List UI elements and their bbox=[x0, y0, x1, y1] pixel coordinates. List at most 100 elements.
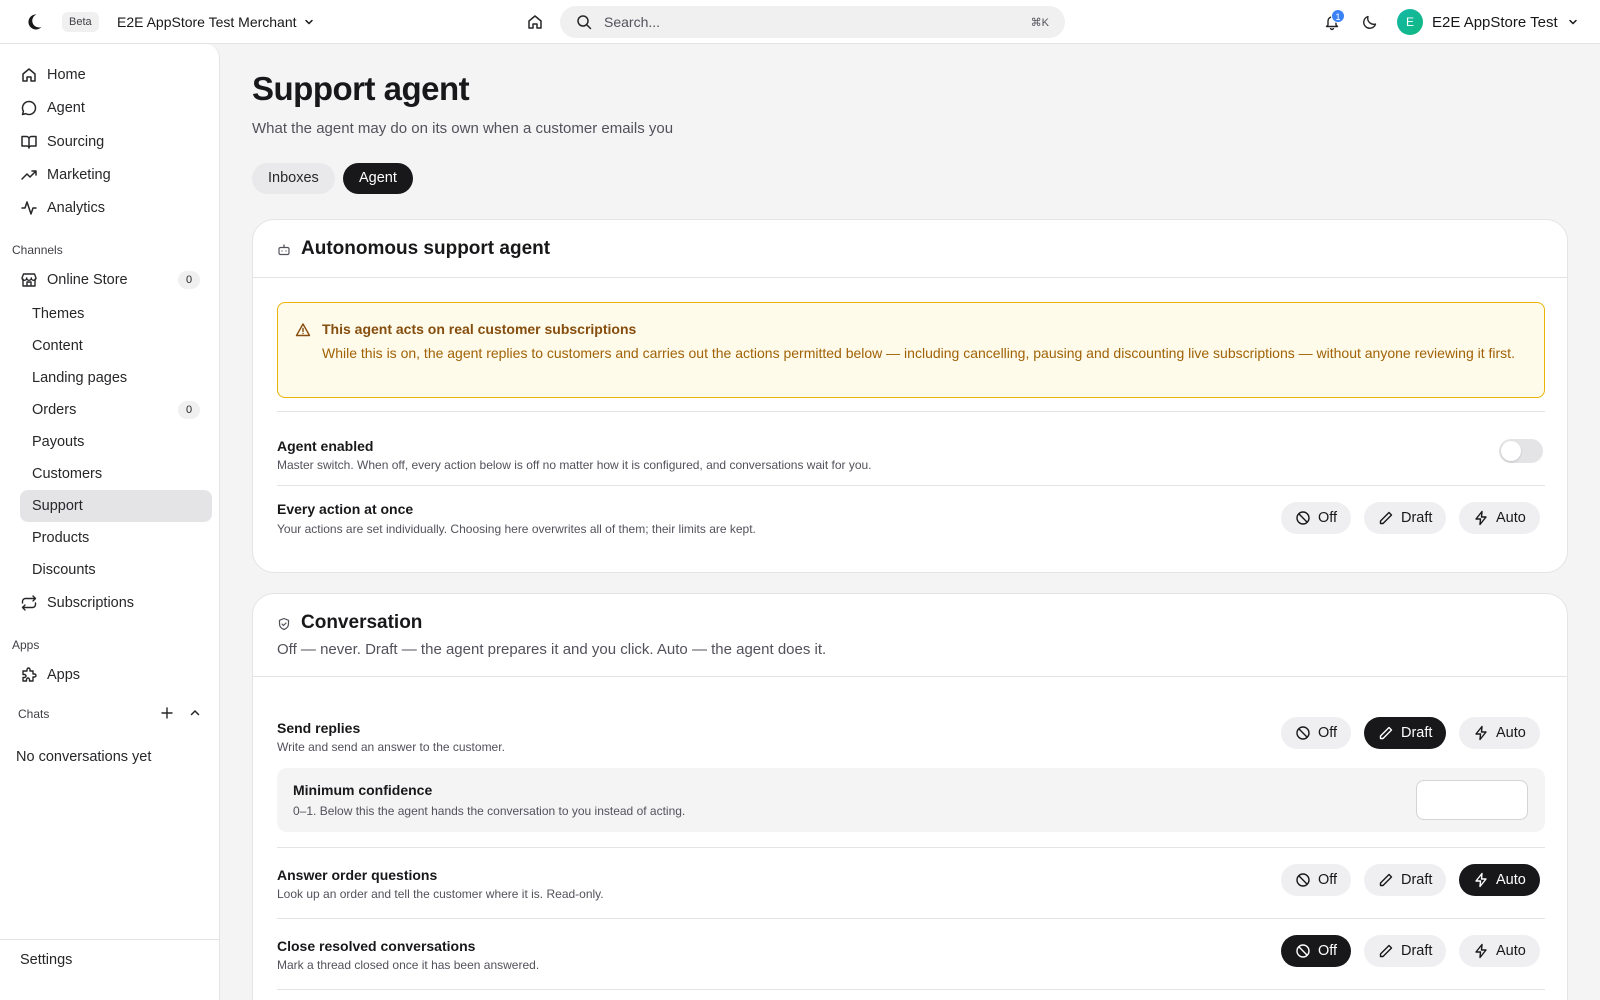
sidebar-item-online-store[interactable]: Online Store 0 bbox=[20, 264, 212, 296]
answer-orders-draft-button[interactable]: Draft bbox=[1364, 864, 1447, 896]
count-badge: 0 bbox=[178, 271, 200, 289]
sidebar-item-products[interactable]: Products bbox=[20, 522, 212, 554]
divider bbox=[277, 411, 1545, 412]
search-input[interactable]: Search... bbox=[604, 14, 1031, 30]
agent-enabled-toggle[interactable] bbox=[1499, 439, 1543, 463]
ban-icon bbox=[1295, 725, 1311, 741]
sidebar-item-payouts[interactable]: Payouts bbox=[20, 426, 212, 458]
sidebar-item-discounts[interactable]: Discounts bbox=[20, 554, 212, 586]
all-off-button[interactable]: Off bbox=[1281, 502, 1352, 534]
all-draft-button[interactable]: Draft bbox=[1364, 502, 1447, 534]
button-label: Auto bbox=[1496, 943, 1526, 959]
sidebar-item-landing-pages[interactable]: Landing pages bbox=[20, 362, 212, 394]
avatar: E bbox=[1397, 9, 1423, 35]
send-replies-auto-button[interactable]: Auto bbox=[1459, 717, 1540, 749]
card-subtitle: Off — never. Draft — the agent prepares … bbox=[277, 641, 827, 658]
sidebar-item-label: Analytics bbox=[47, 200, 106, 216]
sidebar-item-settings[interactable]: Settings bbox=[20, 952, 72, 968]
sidebar-item-label: Agent bbox=[47, 100, 85, 116]
ban-icon bbox=[1295, 872, 1311, 888]
sidebar-item-sourcing[interactable]: Sourcing bbox=[20, 126, 212, 158]
book-icon bbox=[20, 133, 38, 151]
sidebar-item-home[interactable]: Home bbox=[20, 59, 212, 91]
tab-inboxes[interactable]: Inboxes bbox=[252, 163, 335, 194]
send-replies-draft-button[interactable]: Draft bbox=[1364, 717, 1447, 749]
divider bbox=[253, 277, 1567, 278]
sidebar-item-label: Sourcing bbox=[47, 134, 105, 150]
all-auto-button[interactable]: Auto bbox=[1459, 502, 1540, 534]
sidebar-item-label: Online Store bbox=[47, 272, 128, 288]
min-confidence-title: Minimum confidence bbox=[293, 782, 433, 798]
button-label: Off bbox=[1318, 725, 1338, 741]
min-confidence-desc: 0–1. Below this the agent hands the conv… bbox=[293, 804, 686, 818]
section-label-chats: Chats bbox=[18, 707, 50, 721]
pencil-icon bbox=[1378, 872, 1394, 888]
chevron-up-icon[interactable] bbox=[188, 706, 202, 720]
answer-orders-off-button[interactable]: Off bbox=[1281, 864, 1352, 896]
shield-check-icon bbox=[277, 617, 291, 631]
divider bbox=[277, 485, 1545, 486]
sidebar-item-agent[interactable]: Agent bbox=[20, 92, 212, 124]
sidebar-item-themes[interactable]: Themes bbox=[20, 298, 212, 330]
top-bar: Beta E2E AppStore Test Merchant Search..… bbox=[0, 0, 1600, 44]
page-subtitle: What the agent may do on its own when a … bbox=[252, 120, 674, 137]
button-label: Auto bbox=[1496, 725, 1526, 741]
activity-icon bbox=[20, 199, 38, 217]
autonomous-agent-card: Autonomous support agent This agent acts… bbox=[252, 219, 1568, 573]
answer-orders-auto-button[interactable]: Auto bbox=[1459, 864, 1540, 896]
min-confidence-panel: Minimum confidence 0–1. Below this the a… bbox=[277, 768, 1545, 832]
sidebar-item-orders[interactable]: Orders 0 bbox=[20, 394, 212, 426]
trending-up-icon bbox=[20, 166, 38, 184]
sidebar-item-apps[interactable]: Apps bbox=[20, 659, 212, 691]
close-resolved-off-button[interactable]: Off bbox=[1281, 935, 1352, 967]
sidebar-item-customers[interactable]: Customers bbox=[20, 458, 212, 490]
merchant-name: E2E AppStore Test Merchant bbox=[117, 14, 297, 30]
ban-icon bbox=[1295, 510, 1311, 526]
close-resolved-title: Close resolved conversations bbox=[277, 938, 476, 954]
divider bbox=[277, 989, 1545, 990]
agent-enabled-desc: Master switch. When off, every action be… bbox=[277, 458, 872, 472]
search-bar[interactable]: Search... ⌘K bbox=[560, 6, 1065, 38]
chevron-down-icon bbox=[303, 16, 315, 28]
sidebar-item-content[interactable]: Content bbox=[20, 330, 212, 362]
button-label: Draft bbox=[1401, 943, 1433, 959]
repeat-icon bbox=[20, 594, 38, 612]
user-name: E2E AppStore Test bbox=[1432, 13, 1558, 31]
close-resolved-draft-button[interactable]: Draft bbox=[1364, 935, 1447, 967]
ban-icon bbox=[1295, 943, 1311, 959]
sidebar-item-marketing[interactable]: Marketing bbox=[20, 159, 212, 191]
every-action-title: Every action at once bbox=[277, 501, 414, 517]
home-icon[interactable] bbox=[526, 13, 544, 31]
button-label: Auto bbox=[1496, 872, 1526, 888]
divider bbox=[0, 939, 220, 940]
search-icon bbox=[576, 14, 592, 30]
tab-agent[interactable]: Agent bbox=[343, 163, 413, 194]
close-resolved-auto-button[interactable]: Auto bbox=[1459, 935, 1540, 967]
page-title: Support agent bbox=[252, 70, 470, 107]
button-label: Off bbox=[1318, 510, 1338, 526]
sidebar-item-label: Home bbox=[47, 67, 86, 83]
sidebar-item-label: Marketing bbox=[47, 167, 111, 183]
sidebar-item-subscriptions[interactable]: Subscriptions bbox=[20, 587, 212, 619]
lightning-icon bbox=[1473, 510, 1489, 526]
sidebar-item-support[interactable]: Support bbox=[20, 490, 212, 522]
merchant-switcher[interactable]: E2E AppStore Test Merchant bbox=[117, 12, 315, 32]
close-resolved-desc: Mark a thread closed once it has been an… bbox=[277, 958, 540, 972]
lightning-icon bbox=[1473, 725, 1489, 741]
puzzle-icon bbox=[20, 666, 38, 684]
min-confidence-input[interactable] bbox=[1416, 780, 1528, 820]
card-title: Conversation bbox=[301, 612, 423, 633]
section-label-apps: Apps bbox=[12, 638, 40, 652]
search-shortcut: ⌘K bbox=[1030, 16, 1049, 29]
brand-logo-icon[interactable] bbox=[24, 12, 44, 32]
sidebar-item-analytics[interactable]: Analytics bbox=[20, 192, 212, 224]
user-menu[interactable]: E E2E AppStore Test bbox=[1397, 9, 1579, 35]
lightning-icon bbox=[1473, 943, 1489, 959]
sidebar-item-label: Apps bbox=[47, 667, 81, 683]
moon-icon[interactable] bbox=[1361, 13, 1379, 31]
store-icon bbox=[20, 271, 38, 289]
plus-icon[interactable] bbox=[160, 706, 174, 720]
send-replies-off-button[interactable]: Off bbox=[1281, 717, 1352, 749]
button-label: Off bbox=[1318, 943, 1338, 959]
button-label: Draft bbox=[1401, 510, 1433, 526]
